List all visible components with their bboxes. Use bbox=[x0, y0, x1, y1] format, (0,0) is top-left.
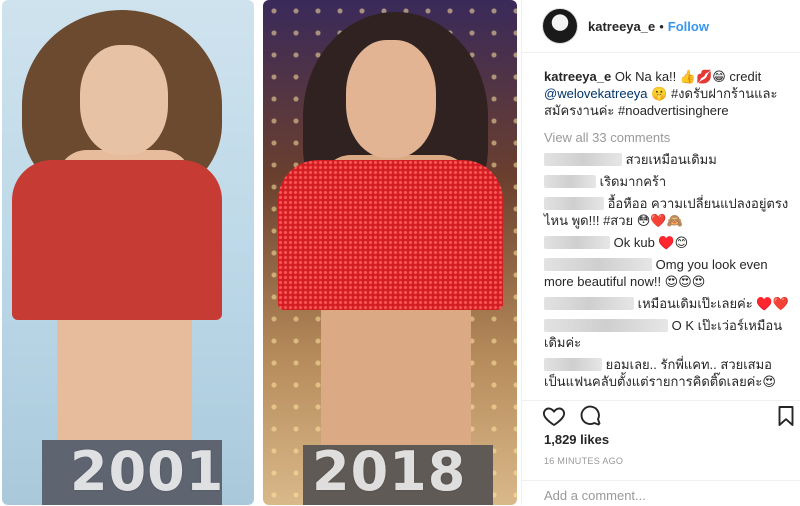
likes-count[interactable]: 1,829 likes bbox=[544, 432, 609, 447]
avatar[interactable] bbox=[542, 8, 578, 44]
comment-item: เหมือนเดิมเป๊ะเลยค่ะ ♥️❤️ bbox=[544, 295, 794, 312]
blurred-username[interactable] bbox=[544, 175, 596, 188]
view-all-comments-link[interactable]: View all 33 comments bbox=[544, 129, 794, 146]
comment-item: Ok kub ♥️😊 bbox=[544, 234, 794, 251]
comment-text: Ok kub ♥️😊 bbox=[613, 235, 689, 250]
caption-username[interactable]: katreeya_e bbox=[544, 69, 611, 84]
comment-item: อื้อหืออ ความเปลี่ยนแปลงอยู่ตรงไหน พูด!!… bbox=[544, 195, 794, 229]
blurred-username[interactable] bbox=[544, 297, 634, 310]
add-comment-bar bbox=[522, 480, 800, 506]
comment-item: O K เป๊ะเว่อร์เหมือนเดิมค่ะ bbox=[544, 317, 794, 351]
comment-text: สวยเหมือนเดิมม bbox=[625, 152, 717, 167]
follow-button[interactable]: Follow bbox=[668, 19, 709, 34]
blurred-username[interactable] bbox=[544, 358, 602, 371]
photo-red-top-right bbox=[278, 160, 503, 310]
blurred-username[interactable] bbox=[544, 236, 610, 249]
comment-text: เหมือนเดิมเป๊ะเลยค่ะ ♥️❤️ bbox=[637, 296, 789, 311]
blurred-username[interactable] bbox=[544, 153, 622, 166]
comments-list: katreeya_e Ok Na ka!! 👍💋😁 credit @welove… bbox=[544, 68, 794, 390]
heart-icon[interactable] bbox=[542, 404, 566, 428]
blurred-username[interactable] bbox=[544, 197, 604, 210]
post-timestamp[interactable]: 16 MINUTES AGO bbox=[544, 456, 623, 466]
post-header: katreeya_e • Follow bbox=[522, 0, 800, 53]
photo-2018 bbox=[263, 0, 517, 505]
caption-mention[interactable]: @welovekatreeya bbox=[544, 86, 648, 101]
action-bar: 1,829 likes 16 MINUTES AGO bbox=[522, 400, 800, 505]
post-photo[interactable]: 2001 2018 bbox=[0, 0, 521, 505]
caption-text: Ok Na ka!! 👍💋😁 credit bbox=[614, 69, 762, 84]
bookmark-icon[interactable] bbox=[774, 404, 798, 428]
photo-face-left bbox=[80, 45, 168, 155]
comment-item: Omg you look even more beautiful now!! 😍… bbox=[544, 256, 794, 290]
year-label-right: 2018 bbox=[312, 440, 467, 503]
year-label-left: 2001 bbox=[70, 440, 225, 503]
photo-red-top-left bbox=[12, 160, 222, 320]
blurred-username[interactable] bbox=[544, 319, 668, 332]
separator-dot: • bbox=[659, 18, 664, 34]
photo-face-right bbox=[346, 40, 436, 158]
caption: katreeya_e Ok Na ka!! 👍💋😁 credit @welove… bbox=[544, 68, 794, 119]
post-side-panel: katreeya_e • Follow katreeya_e Ok Na ka!… bbox=[521, 0, 800, 505]
comment-item: สวยเหมือนเดิมม bbox=[544, 151, 794, 168]
header-username[interactable]: katreeya_e bbox=[588, 19, 655, 34]
photo-2001 bbox=[2, 0, 254, 505]
comment-item: ยอมเลย.. รักพี่แคท.. สวยเสมอ เป็นแฟนคลับ… bbox=[544, 356, 794, 390]
comment-icon[interactable] bbox=[579, 404, 603, 428]
blurred-username[interactable] bbox=[544, 258, 652, 271]
comment-text: เริดมากคร้า bbox=[599, 174, 667, 189]
add-comment-input[interactable] bbox=[542, 487, 786, 504]
comment-item: เริดมากคร้า bbox=[544, 173, 794, 190]
